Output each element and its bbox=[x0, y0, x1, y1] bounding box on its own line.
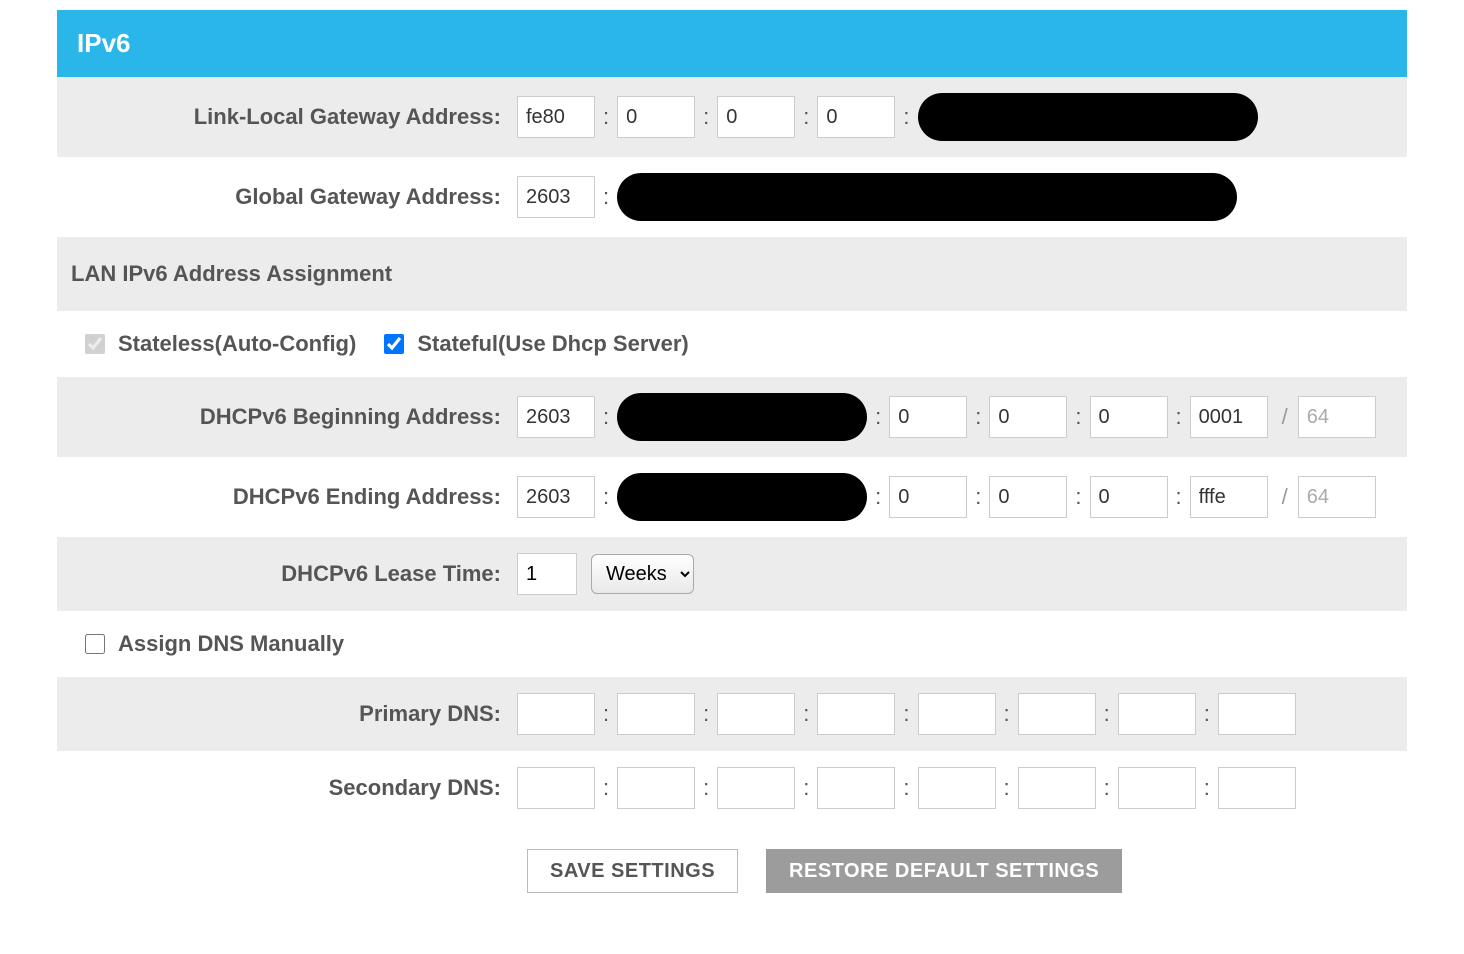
dhcpv6-begin-seg1[interactable] bbox=[517, 396, 595, 438]
colon-separator: : bbox=[801, 104, 811, 130]
link-local-seg4[interactable] bbox=[817, 96, 895, 138]
colon-separator: : bbox=[1102, 701, 1112, 727]
save-settings-button[interactable]: SAVE SETTINGS bbox=[527, 849, 738, 893]
colon-separator: : bbox=[801, 701, 811, 727]
link-local-seg1[interactable] bbox=[517, 96, 595, 138]
colon-separator: : bbox=[601, 701, 611, 727]
primary-dns-seg3[interactable] bbox=[717, 693, 795, 735]
global-gateway-redacted bbox=[617, 173, 1237, 221]
secondary-dns-seg8[interactable] bbox=[1218, 767, 1296, 809]
colon-separator: : bbox=[601, 104, 611, 130]
secondary-dns-seg1[interactable] bbox=[517, 767, 595, 809]
dhcpv6-lease-unit[interactable]: Weeks bbox=[591, 554, 694, 594]
colon-separator: : bbox=[601, 775, 611, 801]
colon-separator: : bbox=[701, 701, 711, 727]
primary-dns-seg8[interactable] bbox=[1218, 693, 1296, 735]
link-local-redacted bbox=[918, 93, 1258, 141]
secondary-dns-label: Secondary DNS: bbox=[67, 775, 517, 801]
primary-dns-seg5[interactable] bbox=[918, 693, 996, 735]
assign-dns-label: Assign DNS Manually bbox=[118, 631, 344, 657]
colon-separator: : bbox=[873, 484, 883, 510]
page-title: IPv6 bbox=[57, 10, 1407, 77]
dhcpv6-begin-seg5[interactable] bbox=[889, 396, 967, 438]
dhcpv6-end-seg8[interactable] bbox=[1190, 476, 1268, 518]
secondary-dns-seg7[interactable] bbox=[1118, 767, 1196, 809]
primary-dns-seg7[interactable] bbox=[1118, 693, 1196, 735]
assign-dns-checkbox[interactable] bbox=[85, 634, 105, 654]
secondary-dns-seg2[interactable] bbox=[617, 767, 695, 809]
stateful-label: Stateful(Use Dhcp Server) bbox=[417, 331, 688, 357]
colon-separator: : bbox=[901, 775, 911, 801]
dhcpv6-end-seg6[interactable] bbox=[989, 476, 1067, 518]
colon-separator: : bbox=[1002, 701, 1012, 727]
primary-dns-seg6[interactable] bbox=[1018, 693, 1096, 735]
restore-defaults-button[interactable]: RESTORE DEFAULT SETTINGS bbox=[766, 849, 1122, 893]
assignment-mode-row: Stateless(Auto-Config) Stateful(Use Dhcp… bbox=[57, 311, 1407, 377]
colon-separator: : bbox=[1102, 775, 1112, 801]
colon-separator: : bbox=[1073, 484, 1083, 510]
secondary-dns-row: Secondary DNS: : : : : : : : bbox=[57, 751, 1407, 825]
dhcpv6-begin-row: DHCPv6 Beginning Address: : : : : : / bbox=[57, 377, 1407, 457]
primary-dns-seg4[interactable] bbox=[817, 693, 895, 735]
lan-ipv6-section: LAN IPv6 Address Assignment bbox=[57, 237, 1407, 311]
dhcpv6-end-seg1[interactable] bbox=[517, 476, 595, 518]
colon-separator: : bbox=[601, 184, 611, 210]
secondary-dns-seg6[interactable] bbox=[1018, 767, 1096, 809]
secondary-dns-seg4[interactable] bbox=[817, 767, 895, 809]
dhcpv6-end-seg5[interactable] bbox=[889, 476, 967, 518]
colon-separator: : bbox=[1174, 404, 1184, 430]
primary-dns-label: Primary DNS: bbox=[67, 701, 517, 727]
colon-separator: : bbox=[901, 104, 911, 130]
colon-separator: : bbox=[873, 404, 883, 430]
button-row: SAVE SETTINGS RESTORE DEFAULT SETTINGS bbox=[57, 825, 1407, 903]
colon-separator: : bbox=[701, 775, 711, 801]
link-local-seg3[interactable] bbox=[717, 96, 795, 138]
stateless-checkbox[interactable] bbox=[85, 334, 105, 354]
colon-separator: : bbox=[1073, 404, 1083, 430]
secondary-dns-seg3[interactable] bbox=[717, 767, 795, 809]
dhcpv6-end-redacted bbox=[617, 473, 867, 521]
dhcpv6-end-prefix bbox=[1298, 476, 1376, 518]
dhcpv6-end-seg7[interactable] bbox=[1090, 476, 1168, 518]
colon-separator: : bbox=[1174, 484, 1184, 510]
dhcpv6-begin-redacted bbox=[617, 393, 867, 441]
global-gateway-seg1[interactable] bbox=[517, 176, 595, 218]
colon-separator: : bbox=[801, 775, 811, 801]
link-local-row: Link-Local Gateway Address: : : : : bbox=[57, 77, 1407, 157]
link-local-seg2[interactable] bbox=[617, 96, 695, 138]
colon-separator: : bbox=[1002, 775, 1012, 801]
colon-separator: : bbox=[1202, 775, 1212, 801]
colon-separator: : bbox=[973, 404, 983, 430]
slash-separator: / bbox=[1274, 404, 1292, 430]
slash-separator: / bbox=[1274, 484, 1292, 510]
dhcpv6-begin-label: DHCPv6 Beginning Address: bbox=[67, 404, 517, 430]
colon-separator: : bbox=[701, 104, 711, 130]
global-gateway-row: Global Gateway Address: : bbox=[57, 157, 1407, 237]
global-gateway-label: Global Gateway Address: bbox=[67, 184, 517, 210]
dhcpv6-lease-label: DHCPv6 Lease Time: bbox=[67, 561, 517, 587]
colon-separator: : bbox=[901, 701, 911, 727]
primary-dns-row: Primary DNS: : : : : : : : bbox=[57, 677, 1407, 751]
colon-separator: : bbox=[601, 404, 611, 430]
dhcpv6-begin-seg6[interactable] bbox=[989, 396, 1067, 438]
stateful-checkbox[interactable] bbox=[384, 334, 404, 354]
dhcpv6-begin-prefix bbox=[1298, 396, 1376, 438]
link-local-label: Link-Local Gateway Address: bbox=[67, 104, 517, 130]
dhcpv6-begin-seg7[interactable] bbox=[1090, 396, 1168, 438]
primary-dns-seg2[interactable] bbox=[617, 693, 695, 735]
dhcpv6-begin-seg8[interactable] bbox=[1190, 396, 1268, 438]
colon-separator: : bbox=[1202, 701, 1212, 727]
primary-dns-seg1[interactable] bbox=[517, 693, 595, 735]
stateless-label: Stateless(Auto-Config) bbox=[118, 331, 356, 357]
dhcpv6-lease-value[interactable] bbox=[517, 553, 577, 595]
colon-separator: : bbox=[601, 484, 611, 510]
assign-dns-row: Assign DNS Manually bbox=[57, 611, 1407, 677]
secondary-dns-seg5[interactable] bbox=[918, 767, 996, 809]
dhcpv6-lease-row: DHCPv6 Lease Time: Weeks bbox=[57, 537, 1407, 611]
dhcpv6-end-row: DHCPv6 Ending Address: : : : : : / bbox=[57, 457, 1407, 537]
dhcpv6-end-label: DHCPv6 Ending Address: bbox=[67, 484, 517, 510]
colon-separator: : bbox=[973, 484, 983, 510]
